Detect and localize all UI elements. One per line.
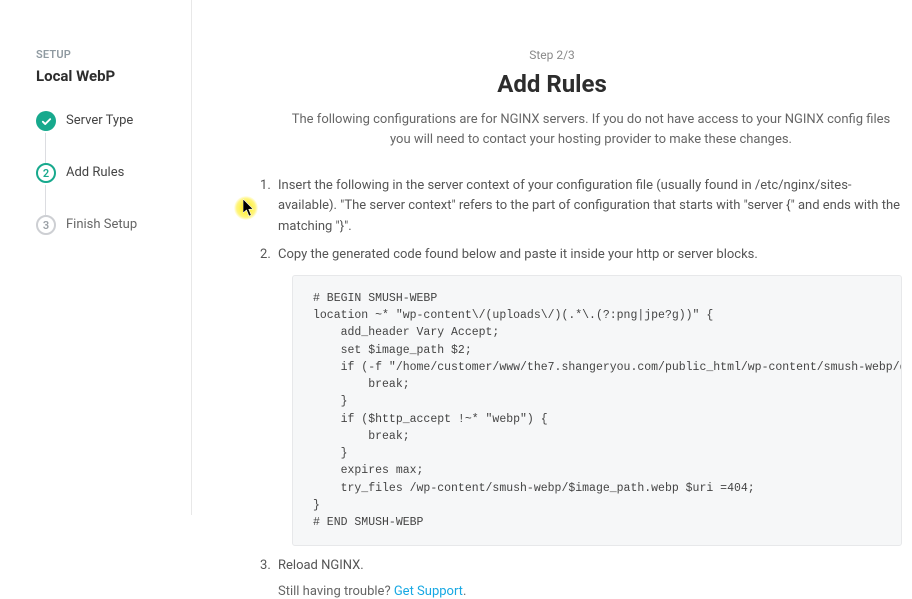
get-support-link[interactable]: Get Support <box>394 584 463 599</box>
setup-label: SETUP <box>36 48 171 61</box>
step-label: Server Type <box>66 113 133 128</box>
instruction-item-2: Copy the generated code found below and … <box>264 245 902 547</box>
step-counter: Step 2/3 <box>192 48 912 62</box>
instruction-text: Reload NGINX. <box>278 558 364 573</box>
support-line: Still having trouble? Get Support. <box>192 584 912 599</box>
support-suffix: . <box>463 584 466 599</box>
instruction-item-3: Reload NGINX. <box>264 556 902 576</box>
sidebar: SETUP Local WebP Server Type 2 Add Rules… <box>0 0 192 515</box>
nginx-code-block[interactable]: # BEGIN SMUSH-WEBP location ~* "wp-conte… <box>292 275 902 547</box>
check-icon <box>36 111 56 131</box>
product-title: Local WebP <box>36 67 171 85</box>
step-label: Add Rules <box>66 165 124 180</box>
support-prefix: Still having trouble? <box>278 584 394 599</box>
instruction-item-1: Insert the following in the server conte… <box>264 176 902 236</box>
page-description: The following configurations are for NGI… <box>192 110 912 150</box>
instruction-text: Insert the following in the server conte… <box>278 178 900 233</box>
step-label: Finish Setup <box>66 217 137 232</box>
sidebar-header: SETUP Local WebP <box>0 0 191 85</box>
step-add-rules[interactable]: 2 Add Rules <box>36 163 191 215</box>
step-number-icon: 2 <box>36 163 56 183</box>
main-content: Step 2/3 Add Rules The following configu… <box>192 0 912 515</box>
instruction-list: Insert the following in the server conte… <box>192 176 912 576</box>
step-number-icon: 3 <box>36 215 56 235</box>
step-list: Server Type 2 Add Rules 3 Finish Setup <box>0 111 191 267</box>
page-title: Add Rules <box>192 70 912 98</box>
step-finish-setup[interactable]: 3 Finish Setup <box>36 215 191 267</box>
instruction-text: Copy the generated code found below and … <box>278 247 758 262</box>
step-server-type[interactable]: Server Type <box>36 111 191 163</box>
